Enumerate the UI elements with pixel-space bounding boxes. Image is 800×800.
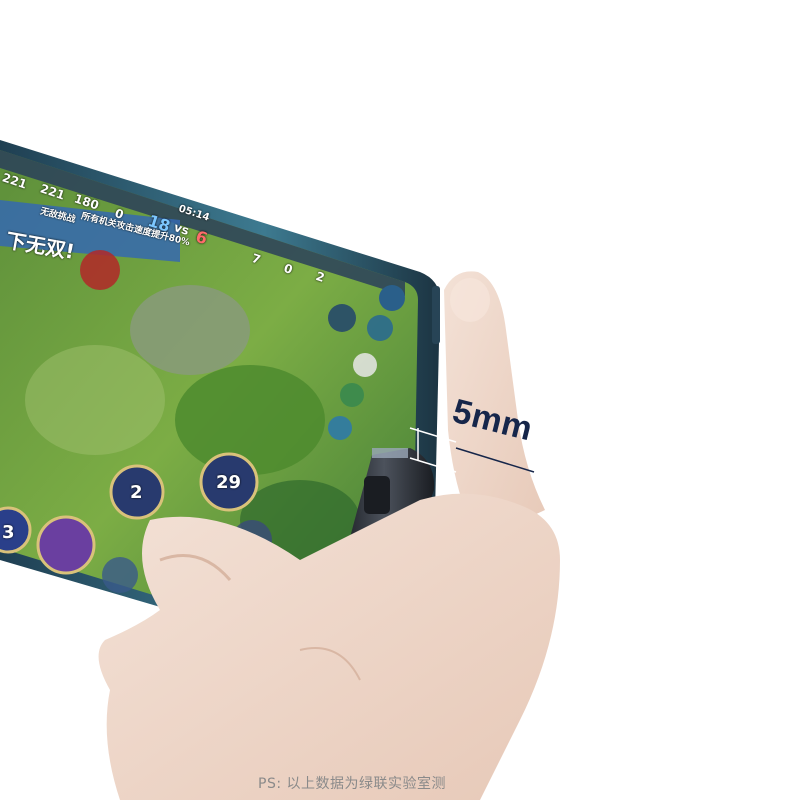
footnote-text: PS: 以上数据为绿联实验室测: [258, 776, 446, 792]
product-photo: [0, 140, 561, 800]
skill-level-1[interactable]: 2: [130, 482, 143, 503]
skill-level-2[interactable]: 29: [216, 472, 241, 493]
skill-level-3[interactable]: 3: [2, 522, 15, 543]
